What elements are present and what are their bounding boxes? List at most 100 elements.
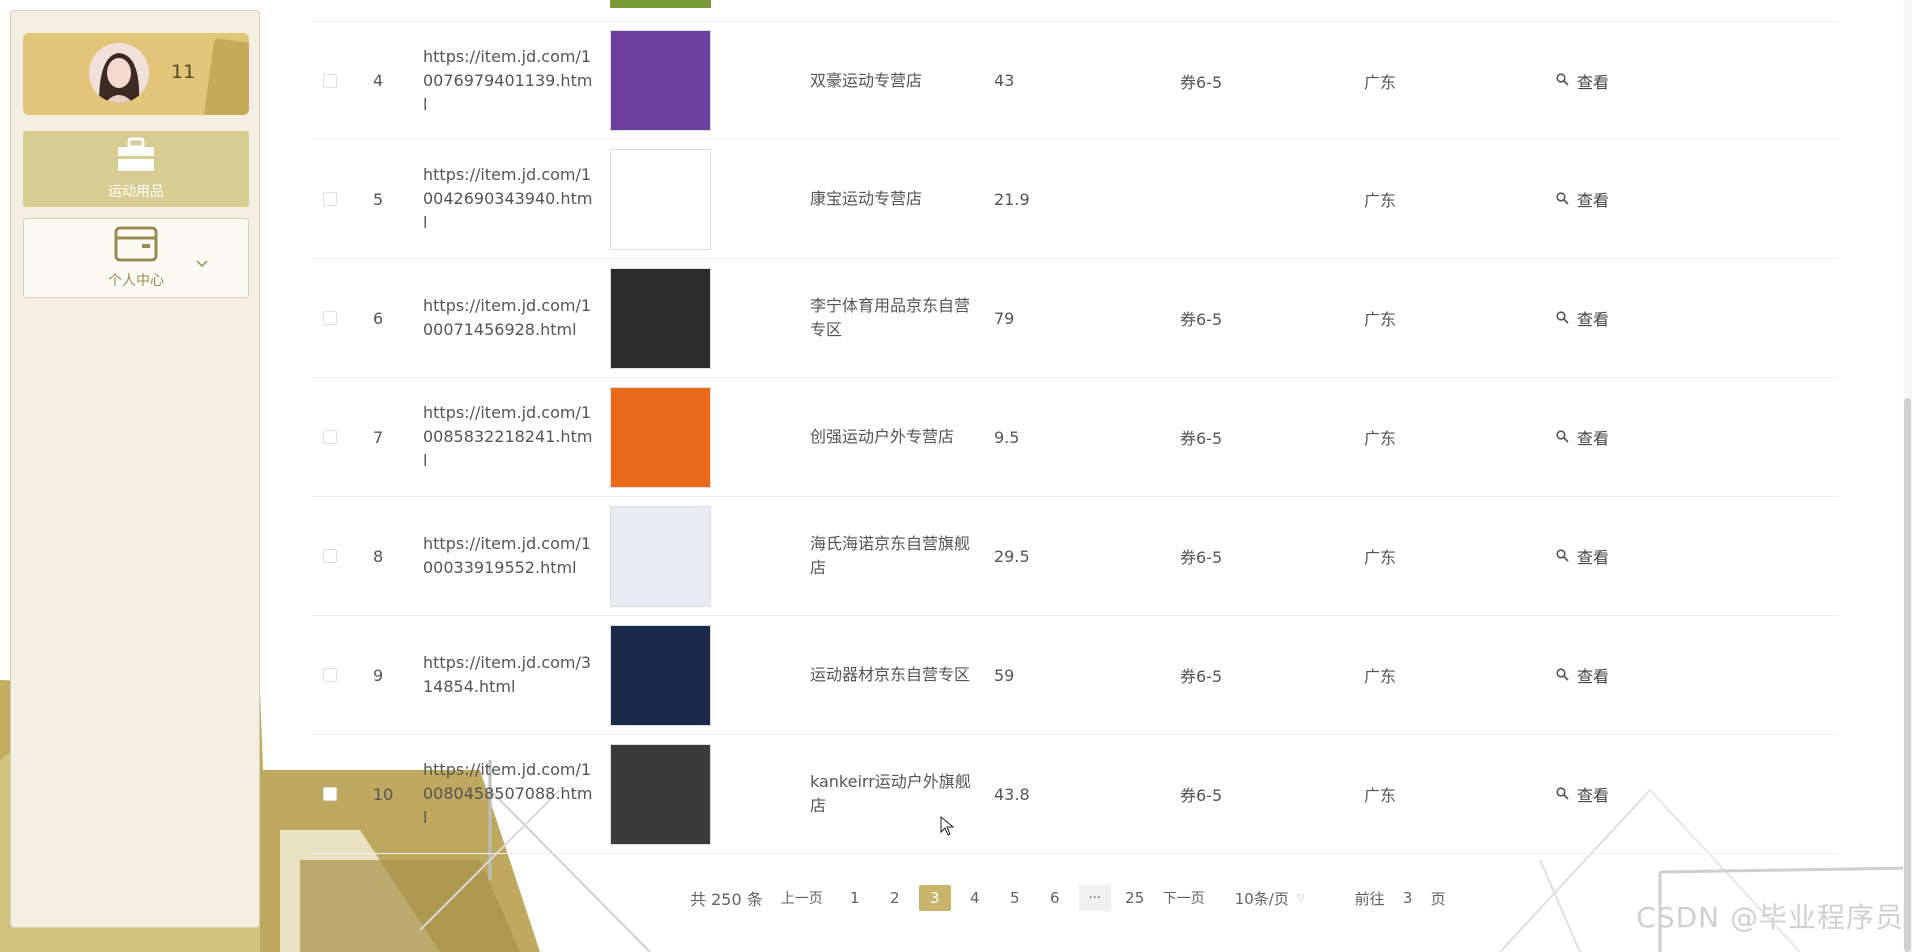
view-button[interactable]: 查看	[1556, 259, 1609, 377]
pagination-total: 共 250 条	[690, 890, 763, 909]
scrollbar-thumb[interactable]	[1904, 398, 1911, 952]
view-label: 查看	[1577, 429, 1610, 448]
price: 29.5	[994, 546, 1030, 566]
product-thumbnail	[610, 148, 711, 250]
product-image-cell	[610, 22, 711, 139]
wallet-icon	[114, 226, 158, 266]
row-checkbox[interactable]	[323, 497, 337, 615]
scrollbar[interactable]	[1903, 0, 1912, 952]
shop-name: 海氏海诺京东自营旗舰店	[810, 534, 971, 577]
shop-name: 康宝运动专营店	[810, 189, 923, 208]
view-label: 查看	[1577, 191, 1610, 210]
table-row-partial	[311, 0, 1839, 21]
page-button[interactable]: 5	[999, 885, 1031, 911]
view-button[interactable]: 查看	[1556, 735, 1609, 853]
region: 广东	[1364, 667, 1397, 686]
view-button[interactable]: 查看	[1556, 616, 1609, 734]
product-image-cell	[610, 378, 711, 496]
product-url: https://item.jd.com/100033919552.html	[423, 534, 592, 577]
table-row: 6 https://item.jd.com/100071456928.html …	[311, 259, 1839, 378]
row-checkbox[interactable]	[323, 140, 337, 258]
goto-prefix: 前往	[1354, 889, 1385, 908]
sidebar-item-label: 个人中心	[108, 273, 164, 289]
avatar[interactable]	[89, 43, 149, 103]
checkbox[interactable]	[323, 787, 337, 801]
briefcase-icon	[116, 137, 156, 177]
page-button[interactable]: 2	[879, 885, 911, 911]
row-checkbox[interactable]	[323, 616, 337, 734]
prev-page-button[interactable]: 上一页	[781, 888, 823, 908]
table-row: 7 https://item.jd.com/10085832218241.htm…	[311, 378, 1839, 497]
product-thumbnail	[610, 30, 711, 131]
region: 广东	[1364, 548, 1397, 567]
row-index: 10	[373, 784, 394, 804]
shop-name: 双豪运动专营店	[810, 70, 923, 90]
sidebar-item-sports-goods[interactable]: 运动用品	[23, 131, 249, 207]
page-button[interactable]: 1	[839, 885, 871, 911]
user-card[interactable]: 11	[23, 33, 249, 115]
view-label: 查看	[1577, 667, 1610, 686]
view-button[interactable]: 查看	[1556, 497, 1609, 615]
row-index: 6	[373, 308, 384, 328]
more-pages-button[interactable]: ···	[1078, 885, 1111, 911]
sidebar: 11 运动用品 个人中心	[10, 10, 260, 928]
checkbox[interactable]	[323, 430, 337, 444]
product-url: https://item.jd.com/10042690343940.html	[423, 165, 593, 232]
region: 广东	[1364, 786, 1397, 805]
pagination: 共 250 条 上一页 1 2 3 4 5 6 ··· 25 下一页 10条/页…	[690, 883, 1446, 913]
shop-name: 创强运动户外专营店	[810, 427, 955, 446]
page-button[interactable]: 4	[959, 885, 991, 911]
product-thumbnail	[610, 386, 711, 488]
checkbox[interactable]	[323, 549, 337, 563]
price: 43.8	[994, 784, 1030, 804]
search-icon	[1556, 309, 1569, 328]
price: 9.5	[994, 427, 1020, 447]
product-url: https://item.jd.com/314854.html	[423, 653, 592, 696]
view-button[interactable]: 查看	[1556, 22, 1609, 139]
checkbox[interactable]	[323, 73, 337, 88]
row-index: 7	[373, 427, 384, 447]
checkbox[interactable]	[323, 192, 337, 206]
region: 广东	[1364, 310, 1397, 329]
search-icon	[1556, 547, 1569, 566]
checkbox[interactable]	[323, 668, 337, 682]
page-size-select[interactable]: 10条/页 ▽	[1235, 888, 1305, 909]
page-size-value: 10条/页	[1234, 889, 1289, 908]
page-button[interactable]: 6	[1039, 885, 1071, 911]
search-icon	[1556, 785, 1569, 804]
coupon: 券6-5	[1180, 72, 1223, 92]
product-image-cell	[610, 140, 711, 258]
next-page-button[interactable]: 下一页	[1163, 888, 1205, 908]
row-checkbox[interactable]	[323, 378, 337, 496]
table-row: 5 https://item.jd.com/10042690343940.htm…	[311, 140, 1839, 259]
sidebar-item-personal-center[interactable]: 个人中心	[23, 218, 249, 298]
row-checkbox[interactable]	[323, 259, 337, 377]
row-checkbox[interactable]	[323, 22, 337, 139]
coupon: 券6-5	[1180, 548, 1223, 567]
product-image-cell	[610, 259, 711, 377]
view-button[interactable]: 查看	[1556, 378, 1609, 496]
mouse-cursor-icon	[940, 815, 955, 840]
table-row: 9 https://item.jd.com/314854.html 运动器材京东…	[311, 616, 1839, 735]
row-checkbox[interactable]	[323, 735, 337, 853]
goto-page: 前往 3 页	[1355, 888, 1446, 909]
row-index: 5	[373, 189, 384, 209]
goto-page-input[interactable]: 3	[1385, 889, 1431, 907]
checkbox[interactable]	[323, 311, 337, 325]
chevron-down-icon: ▽	[1296, 892, 1305, 904]
price: 59	[994, 665, 1015, 685]
region: 广东	[1364, 72, 1397, 92]
chevron-down-icon[interactable]	[196, 253, 208, 272]
shop-name: kankeirr运动户外旗舰店	[810, 772, 971, 815]
page-button-last[interactable]: 25	[1119, 885, 1151, 911]
goto-suffix: 页	[1430, 889, 1446, 908]
product-url: https://item.jd.com/100071456928.html	[423, 296, 592, 339]
view-label: 查看	[1577, 548, 1610, 567]
product-url: https://item.jd.com/10080458507088.html	[423, 760, 593, 827]
user-card-flag-decoration	[203, 38, 249, 115]
page-button-active[interactable]: 3	[918, 885, 951, 911]
view-button[interactable]: 查看	[1556, 140, 1609, 258]
product-url: https://item.jd.com/10076979401139.html	[423, 46, 593, 114]
table-row: 8 https://item.jd.com/100033919552.html …	[311, 497, 1839, 616]
search-icon	[1556, 428, 1569, 447]
